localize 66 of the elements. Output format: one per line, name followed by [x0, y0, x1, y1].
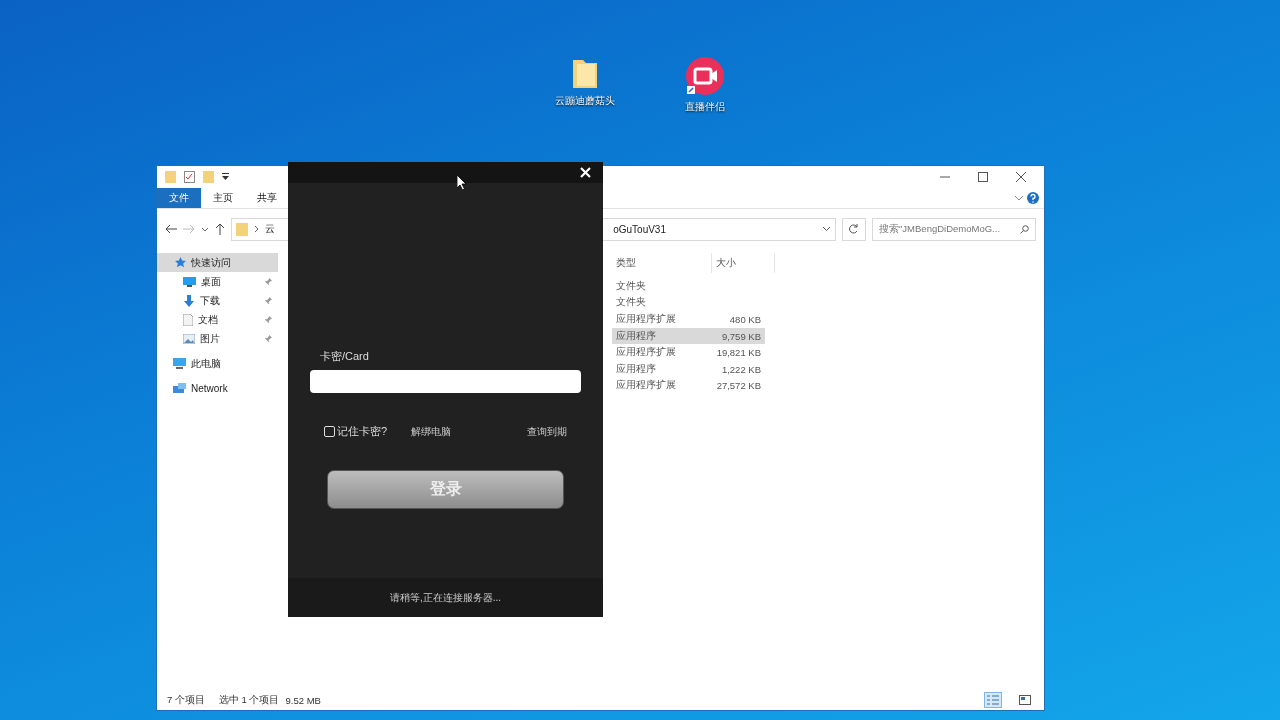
remember-checkbox[interactable]: 记住卡密? [324, 424, 388, 439]
status-text: 9.52 MB [285, 694, 321, 706]
sidebar-item[interactable]: 桌面 [157, 272, 278, 291]
file-row[interactable]: 应用程序 9,759 KB [612, 327, 765, 345]
refresh-button[interactable] [842, 217, 866, 241]
column-header[interactable]: 类型 [612, 253, 712, 273]
tiles-view-button[interactable] [1016, 692, 1034, 708]
search-icon [1020, 224, 1029, 234]
sidebar-item[interactable]: 快速访问 [157, 253, 278, 272]
status-text: 请稍等,正在连接服务器... [389, 590, 502, 605]
sidebar-item[interactable]: 文档 [157, 310, 278, 329]
sidebar-item[interactable]: 此电脑 [157, 354, 278, 373]
table-cell-text: 19,821 KB [715, 347, 762, 359]
sidebar-item[interactable]: 下载 [157, 291, 278, 310]
table-cell-text: 应用程序扩展 [615, 313, 677, 326]
table-cell-text: 27,572 KB [715, 380, 762, 392]
table-cell-text: 1,222 KB [720, 363, 762, 375]
picture-icon [183, 333, 195, 344]
chevron-right-icon [254, 225, 259, 233]
table-cell-text: 应用程序 [615, 362, 657, 376]
refresh-icon [849, 224, 859, 234]
dropdown-icon[interactable] [222, 173, 229, 181]
file-row[interactable]: 应用程序扩展 27,572 KB [612, 377, 765, 395]
address-text: 云 [265, 222, 275, 236]
download-icon [183, 294, 195, 307]
ribbon-tab[interactable]: 文件 [157, 188, 201, 208]
address-text: oGuTouV31 [613, 223, 666, 235]
card-input[interactable] [310, 370, 581, 393]
sidebar-item[interactable]: 图片 [157, 329, 278, 348]
card-label: 卡密/Card [320, 349, 369, 364]
search-field[interactable]: 搜索"JMBengDiDemoMoG... [872, 217, 1036, 241]
column-header[interactable]: 大小 [712, 253, 775, 273]
back-icon[interactable] [165, 224, 177, 234]
chevron-down-icon[interactable] [822, 226, 831, 232]
table-cell-text: 应用程序 [615, 329, 657, 343]
icon-label: 云蹦迪蘑菇头 [555, 94, 615, 108]
folder-icon [236, 222, 248, 236]
table-cell-text: 文件夹 [615, 296, 647, 310]
table-cell-text: 文件夹 [615, 279, 647, 293]
ribbon-tab[interactable]: 主页 [201, 188, 245, 208]
status-text: 选中 1 个项目 [218, 693, 280, 707]
star-icon [175, 257, 186, 268]
link[interactable]: 查询到期 [527, 424, 567, 439]
status-text: 7 个项目 [167, 693, 205, 707]
camera-app-icon[interactable] [685, 56, 725, 96]
file-row[interactable]: 文件夹 [612, 294, 765, 312]
icon-label: 直播伴侣 [685, 100, 725, 114]
computer-icon [173, 358, 186, 369]
close-icon[interactable] [580, 167, 591, 178]
ribbon-tab[interactable]: 共享 [245, 188, 289, 208]
document-icon [183, 313, 193, 326]
file-row[interactable]: 应用程序 1,222 KB [612, 360, 765, 378]
desktop-icon [183, 276, 196, 287]
sidebar-item[interactable]: Network [157, 379, 278, 398]
link[interactable]: 解绑电脑 [411, 424, 452, 439]
table-cell-text: 9,759 KB [720, 330, 762, 342]
table-cell-text: 480 KB [728, 314, 762, 325]
file-row[interactable]: 应用程序扩展 19,821 KB [612, 344, 765, 361]
up-icon[interactable] [215, 223, 225, 235]
network-icon [173, 383, 186, 394]
cursor-icon [457, 175, 467, 190]
file-row[interactable]: 应用程序扩展 480 KB [612, 311, 765, 328]
properties-icon[interactable] [184, 171, 195, 183]
table-cell-text: 应用程序扩展 [615, 379, 677, 393]
file-row[interactable]: 文件夹 [612, 278, 765, 295]
table-cell-text: 应用程序扩展 [615, 346, 677, 360]
